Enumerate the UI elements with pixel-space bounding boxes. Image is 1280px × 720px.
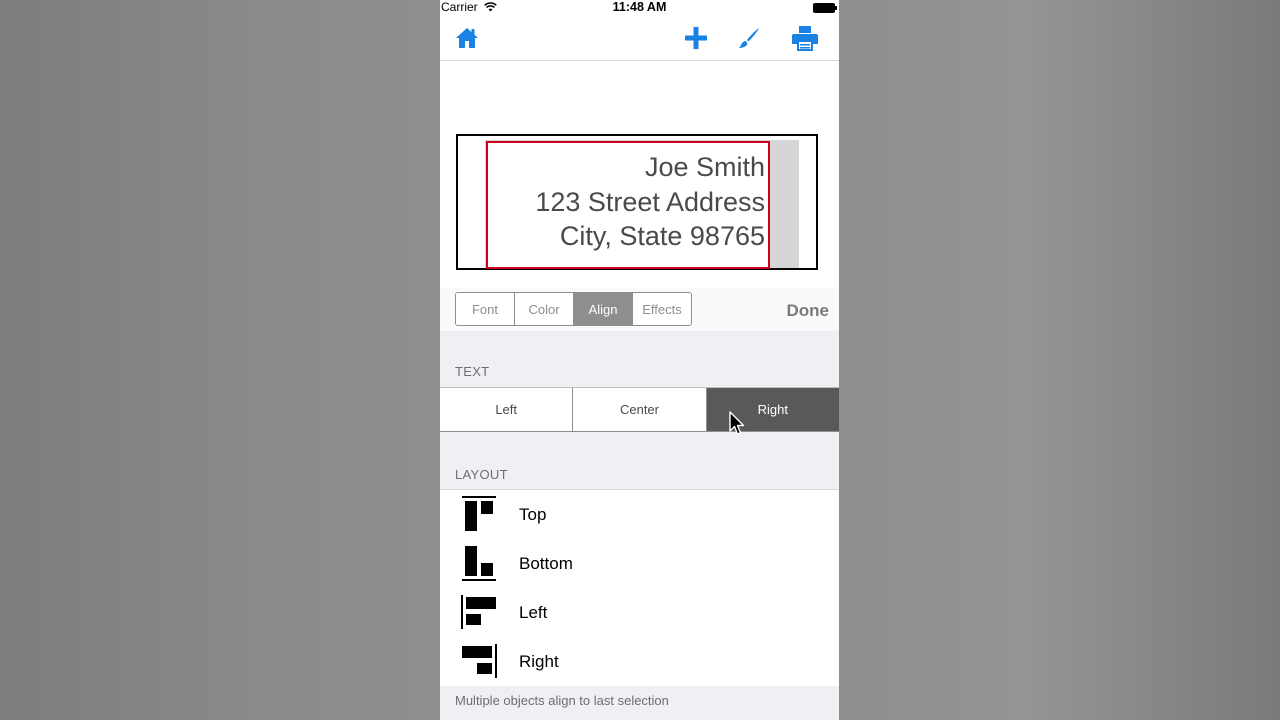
- editor-bar: Font Color Align Effects Done: [440, 288, 839, 331]
- phone-screen: Carrier 11:48 AM Joe Smith 123 Street Ad…: [440, 0, 839, 720]
- layout-item-left[interactable]: Left: [440, 588, 839, 637]
- label-line-name: Joe Smith: [644, 152, 765, 182]
- text-align-center-button[interactable]: Center: [573, 388, 707, 431]
- layout-label-left: Left: [519, 603, 548, 622]
- align-left-icon: [461, 595, 496, 629]
- align-right-icon: [462, 644, 497, 678]
- layout-item-bottom[interactable]: Bottom: [440, 539, 839, 588]
- text-align-right-button[interactable]: Right: [706, 388, 839, 431]
- plus-icon[interactable]: [680, 22, 712, 54]
- label-line-city: City, State 98765: [559, 221, 765, 251]
- text-align-left-button[interactable]: Left: [440, 388, 574, 431]
- address-text-object[interactable]: Joe Smith 123 Street Address City, State…: [486, 141, 770, 269]
- layout-section-header: LAYOUT: [455, 467, 508, 482]
- toolbar: [440, 16, 839, 61]
- home-icon[interactable]: [451, 22, 483, 54]
- label-line-street: 123 Street Address: [535, 186, 765, 217]
- tab-align[interactable]: Align: [574, 293, 633, 325]
- tab-color[interactable]: Color: [515, 293, 574, 325]
- printer-icon[interactable]: [789, 22, 821, 54]
- layout-item-top[interactable]: Top: [440, 490, 839, 539]
- label-preview[interactable]: Joe Smith 123 Street Address City, State…: [456, 134, 818, 270]
- editor-tabs: Font Color Align Effects: [455, 292, 692, 326]
- text-section-header: TEXT: [455, 364, 490, 379]
- battery-icon: [813, 3, 837, 13]
- layout-list: Top Bottom Left Right: [440, 489, 839, 686]
- layout-label-right: Right: [519, 652, 559, 671]
- tab-effects[interactable]: Effects: [633, 293, 691, 325]
- text-align-control: Left Center Right: [440, 387, 839, 432]
- clock: 11:48 AM: [612, 0, 667, 14]
- layout-item-right[interactable]: Right: [440, 637, 839, 686]
- layout-label-bottom: Bottom: [519, 554, 573, 573]
- status-bar: Carrier 11:48 AM: [440, 0, 839, 16]
- align-bottom-icon: [462, 546, 496, 581]
- align-top-icon: [462, 496, 496, 531]
- footer-note: Multiple objects align to last selection: [455, 693, 669, 708]
- align-settings: TEXT Left Center Right LAYOUT Top Bottom…: [440, 331, 839, 720]
- tab-font[interactable]: Font: [456, 293, 515, 325]
- brush-icon[interactable]: [733, 22, 765, 54]
- mouse-cursor-icon: [729, 411, 745, 435]
- done-button[interactable]: Done: [787, 301, 830, 321]
- layout-label-top: Top: [519, 505, 547, 524]
